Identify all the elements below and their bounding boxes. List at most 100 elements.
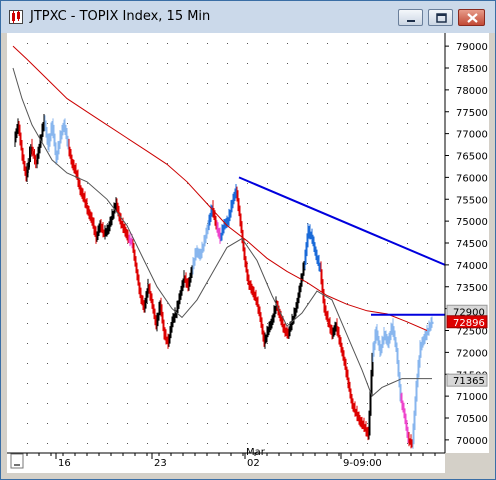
grid-dot — [387, 283, 388, 284]
grid-dot — [227, 263, 228, 264]
grid-dot — [67, 343, 68, 344]
grid-dot — [47, 243, 48, 244]
grid-dot — [247, 103, 248, 104]
grid-dot — [387, 363, 388, 364]
grid-dot — [407, 83, 408, 84]
grid-dot — [387, 383, 388, 384]
grid-dot — [127, 123, 128, 124]
grid-dot — [327, 43, 328, 44]
grid-dot — [367, 183, 368, 184]
close-button[interactable] — [458, 9, 485, 26]
grid-dot — [227, 323, 228, 324]
grid-dot — [67, 243, 68, 244]
grid-dot — [367, 83, 368, 84]
grid-dot — [127, 323, 128, 324]
grid-dot — [127, 43, 128, 44]
grid-dot — [147, 383, 148, 384]
grid-dot — [187, 243, 188, 244]
grid-dot — [347, 163, 348, 164]
grid-dot — [187, 403, 188, 404]
title-bar[interactable]: JTPXC - TOPIX Index, 15 Min — [1, 1, 495, 33]
grid-dot — [147, 223, 148, 224]
grid-dot — [127, 303, 128, 304]
grid-dot — [127, 163, 128, 164]
grid-dot — [227, 123, 228, 124]
grid-dot — [287, 383, 288, 384]
grid-dot — [307, 423, 308, 424]
grid-dot — [47, 203, 48, 204]
time-tick-label: 02 — [247, 458, 260, 469]
grid-dot — [267, 383, 268, 384]
grid-dot — [327, 223, 328, 224]
grid-dot — [387, 143, 388, 144]
grid-dot — [27, 123, 28, 124]
grid-dot — [247, 343, 248, 344]
maximize-button[interactable] — [428, 9, 453, 26]
grid-dot — [167, 363, 168, 364]
grid-dot — [227, 63, 228, 64]
grid-dot — [427, 143, 428, 144]
grid-dot — [127, 263, 128, 264]
grid-dot — [147, 343, 148, 344]
price-tick-label: 76500 — [456, 152, 488, 163]
grid-dot — [367, 223, 368, 224]
grid-dot — [347, 83, 348, 84]
grid-dot — [167, 123, 168, 124]
price-tick-label: 79000 — [456, 42, 488, 53]
grid-dot — [367, 303, 368, 304]
grid-dot — [47, 123, 48, 124]
scroll-handle[interactable] — [10, 453, 24, 469]
grid-dot — [87, 363, 88, 364]
grid-dot — [407, 343, 408, 344]
price-tick-label: 75500 — [456, 195, 488, 206]
grid-dot — [227, 283, 228, 284]
grid-dot — [187, 343, 188, 344]
grid-dot — [387, 123, 388, 124]
grid-dot — [327, 303, 328, 304]
grid-dot — [187, 43, 188, 44]
grid-dot — [267, 63, 268, 64]
price-tick-label: 73500 — [456, 283, 488, 294]
price-tick-label: 72000 — [456, 348, 488, 359]
grid-dot — [427, 383, 428, 384]
grid-dot — [427, 123, 428, 124]
minimize-button[interactable] — [398, 9, 423, 26]
grid-dot — [367, 283, 368, 284]
grid-dot — [47, 403, 48, 404]
grid-dot — [287, 363, 288, 364]
grid-dot — [207, 443, 208, 444]
grid-dot — [267, 183, 268, 184]
minimize-icon — [407, 20, 415, 22]
grid-dot — [127, 363, 128, 364]
grid-dot — [287, 63, 288, 64]
grid-dot — [287, 303, 288, 304]
grid-dot — [387, 423, 388, 424]
price-tick-label: 77000 — [456, 130, 488, 141]
grid-dot — [87, 103, 88, 104]
grid-dot — [187, 203, 188, 204]
grid-dot — [267, 343, 268, 344]
grid-dot — [27, 43, 28, 44]
grid-dot — [247, 143, 248, 144]
grid-dot — [107, 383, 108, 384]
grid-dot — [367, 163, 368, 164]
grid-dot — [67, 283, 68, 284]
price-chart[interactable]: 79000 78500 78000 77500 77000 76500 76000 75500… — [7, 33, 489, 473]
grid-dot — [107, 283, 108, 284]
grid-dot — [347, 123, 348, 124]
grid-dot — [307, 363, 308, 364]
grid-dot — [47, 183, 48, 184]
grid-dot — [47, 303, 48, 304]
price-tick-label: 75000 — [456, 217, 488, 228]
grid-dot — [167, 103, 168, 104]
grid-dot — [87, 343, 88, 344]
grid-dot — [87, 443, 88, 444]
grid-dot — [127, 63, 128, 64]
grid-dot — [427, 363, 428, 364]
grid-dot — [367, 243, 368, 244]
grid-dot — [107, 443, 108, 444]
grid-dot — [167, 43, 168, 44]
grid-dot — [227, 423, 228, 424]
grid-dot — [107, 103, 108, 104]
grid-dot — [247, 63, 248, 64]
